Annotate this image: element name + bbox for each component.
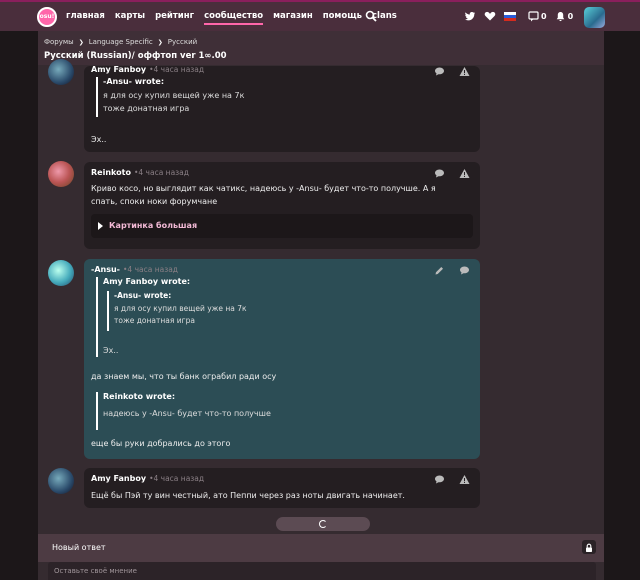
topic-header: Форумы ❯ Language Specific ❯ Русский Рус… bbox=[38, 31, 604, 65]
notifications-button[interactable]: 0 bbox=[555, 11, 574, 22]
nav-help[interactable]: помощь bbox=[323, 11, 362, 25]
heart-icon[interactable] bbox=[484, 10, 496, 22]
chevron-right-icon: ❯ bbox=[78, 38, 84, 46]
avatar[interactable] bbox=[48, 260, 74, 286]
chat-icon bbox=[528, 10, 539, 21]
nested-quote-block: -Ansu- wrote: я для осу купил вещей уже … bbox=[107, 291, 247, 331]
edit-icon[interactable] bbox=[434, 265, 445, 276]
loading-spinner-icon bbox=[319, 520, 327, 528]
breadcrumb-forums[interactable]: Форумы bbox=[44, 38, 74, 46]
reply-placeholder: Оставьте своё мнение bbox=[54, 567, 137, 575]
forum-post: Amy Fanboy •4 часа назад -Ansu- wrote: я … bbox=[84, 65, 480, 152]
twitter-icon[interactable] bbox=[464, 10, 476, 22]
nav-store[interactable]: магазин bbox=[273, 11, 313, 25]
post-time: •4 часа назад bbox=[133, 168, 189, 177]
bell-icon bbox=[556, 11, 564, 21]
reply-icon[interactable] bbox=[459, 265, 470, 276]
quote-author: -Ansu- wrote: bbox=[114, 291, 172, 300]
nav-community[interactable]: сообщество bbox=[204, 11, 264, 25]
avatar[interactable] bbox=[48, 59, 74, 85]
post-author[interactable]: Amy Fanboy •4 часа назад bbox=[91, 65, 204, 74]
post-text: Ещё бы Пэй ту вин честный, ато Пеппи чер… bbox=[91, 491, 405, 500]
forum-topic-page: Форумы ❯ Language Specific ❯ Русский Рус… bbox=[38, 31, 604, 580]
quote-text: надеюсь у -Ansu- будет что-то получше bbox=[103, 409, 271, 418]
report-icon[interactable] bbox=[459, 474, 470, 485]
quote-text: тоже донатная игра bbox=[114, 316, 195, 325]
spoiler-arrow-icon bbox=[98, 222, 103, 230]
breadcrumb: Форумы ❯ Language Specific ❯ Русский bbox=[44, 38, 197, 46]
notification-count: 0 bbox=[567, 11, 574, 21]
search-icon[interactable] bbox=[365, 10, 377, 22]
lock-icon bbox=[586, 543, 592, 552]
reply-icon[interactable] bbox=[434, 66, 445, 77]
breadcrumb-russian[interactable]: Русский bbox=[168, 38, 197, 46]
quote-author: -Ansu- wrote: bbox=[103, 77, 165, 86]
topic-title[interactable]: Русский (Russian)/ оффтоп ver 1∞.00 bbox=[44, 51, 227, 61]
post-author[interactable]: -Ansu- •4 часа назад bbox=[91, 265, 178, 274]
chat-button[interactable]: 0 bbox=[528, 10, 547, 22]
quote-text: тоже донатная игра bbox=[103, 104, 190, 113]
post-text: Криво косо, но выглядит как чатикс, наде… bbox=[91, 184, 436, 206]
forum-post: -Ansu- •4 часа назад Amy Fanboy wrote: -A… bbox=[84, 259, 480, 459]
report-icon[interactable] bbox=[459, 168, 470, 179]
flag-ru-icon[interactable] bbox=[504, 11, 516, 21]
lock-button[interactable] bbox=[582, 540, 596, 554]
reply-title: Новый ответ bbox=[52, 543, 106, 552]
quote-text: я для осу купил вещей уже на 7к bbox=[114, 304, 247, 313]
quote-text: Эх.. bbox=[103, 346, 119, 355]
user-avatar[interactable] bbox=[584, 7, 605, 28]
post-author[interactable]: Reinkoto •4 часа назад bbox=[91, 168, 189, 177]
post-text: Эх.. bbox=[91, 135, 107, 144]
breadcrumb-language-specific[interactable]: Language Specific bbox=[89, 38, 153, 46]
reply-input[interactable]: Оставьте своё мнение bbox=[48, 562, 596, 580]
nav-home[interactable]: главная bbox=[66, 11, 105, 25]
reply-icon[interactable] bbox=[434, 474, 445, 485]
post-author[interactable]: Amy Fanboy •4 часа назад bbox=[91, 474, 204, 483]
post-time: •4 часа назад bbox=[122, 265, 178, 274]
post-time: •4 часа назад bbox=[149, 65, 205, 74]
post-time: •4 часа назад bbox=[149, 474, 205, 483]
reply-icon[interactable] bbox=[434, 168, 445, 179]
top-navigation: osu! главная карты рейтинг сообщество ма… bbox=[0, 0, 640, 31]
quote-text: я для осу купил вещей уже на 7к bbox=[103, 91, 245, 100]
quote-block: -Ansu- wrote: я для осу купил вещей уже … bbox=[96, 77, 244, 117]
quote-author: Reinkoto wrote: bbox=[103, 392, 176, 401]
osu-logo[interactable]: osu! bbox=[37, 7, 57, 27]
reply-header: Новый ответ bbox=[38, 534, 604, 562]
forum-post: Amy Fanboy •4 часа назад Ещё бы Пэй ту ви… bbox=[84, 468, 480, 508]
report-icon[interactable] bbox=[459, 66, 470, 77]
main-nav: главная карты рейтинг сообщество магазин… bbox=[66, 11, 407, 25]
avatar[interactable] bbox=[48, 468, 74, 494]
post-text: да знаем мы, что ты банк ограбил ради ос… bbox=[91, 372, 277, 381]
spoiler-toggle[interactable]: Картинка большая bbox=[91, 214, 473, 238]
quote-block: Reinkoto wrote: надеюсь у -Ansu- будет ч… bbox=[96, 392, 271, 430]
forum-post: Reinkoto •4 часа назад Криво косо, но выг… bbox=[84, 162, 480, 249]
quote-author: Amy Fanboy wrote: bbox=[103, 277, 191, 286]
nav-rankings[interactable]: рейтинг bbox=[155, 11, 194, 25]
nav-beatmaps[interactable]: карты bbox=[115, 11, 145, 25]
post-text: еще бы руки добрались до этого bbox=[91, 439, 231, 448]
chevron-right-icon: ❯ bbox=[157, 38, 163, 46]
load-more-button[interactable] bbox=[276, 517, 370, 531]
avatar[interactable] bbox=[48, 161, 74, 187]
chat-count: 0 bbox=[541, 11, 547, 21]
